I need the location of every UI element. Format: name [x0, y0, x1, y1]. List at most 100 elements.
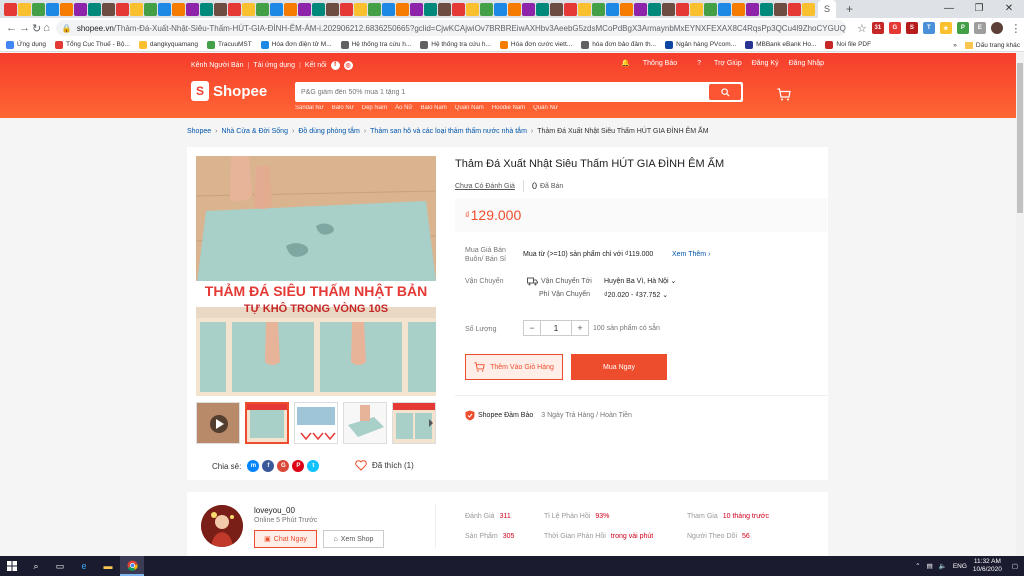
browser-tab[interactable] [578, 2, 591, 16]
google-plus-icon[interactable]: G [277, 460, 290, 472]
hot-keyword-link[interactable]: Hoodie Nam [492, 105, 525, 111]
browser-tab[interactable] [4, 2, 17, 16]
notifications-link[interactable]: 🔔 Thông Báo [611, 59, 677, 68]
browser-tab[interactable] [410, 2, 423, 16]
extension-icon[interactable]: P [956, 22, 969, 34]
twitter-icon[interactable]: t [307, 460, 320, 472]
new-tab-button[interactable]: + [846, 2, 853, 16]
register-link[interactable]: Đăng Ký [752, 60, 779, 67]
product-main-image[interactable]: THẢM ĐÁ SIÊU THẤM NHẬT BẢN TỰ KHÔ TRONG … [196, 156, 436, 396]
close-window-button[interactable]: ✕ [994, 0, 1024, 18]
browser-tab[interactable] [466, 2, 479, 16]
bookmark-item[interactable]: dangkyquamang [138, 40, 198, 49]
browser-tab[interactable] [676, 2, 689, 16]
like-button[interactable]: Đã thích (1) [355, 460, 414, 471]
quantity-decrease-button[interactable]: − [524, 321, 540, 335]
browser-tab[interactable] [172, 2, 185, 16]
quantity-increase-button[interactable]: + [572, 321, 588, 335]
browser-tab[interactable] [760, 2, 773, 16]
browser-tab[interactable] [494, 2, 507, 16]
address-bar[interactable]: 🔒 shopee.vn/Thảm-Đá-Xuất-Nhật-Siêu-Thấm-… [55, 20, 846, 36]
bookmark-item[interactable]: hóa đơn bảo đảm th... [581, 40, 656, 49]
browser-tab[interactable] [382, 2, 395, 16]
browser-tab[interactable] [452, 2, 465, 16]
cart-button[interactable] [777, 88, 791, 103]
language-indicator[interactable]: ENG [953, 563, 967, 570]
minimize-button[interactable]: — [934, 0, 964, 18]
bookmark-item[interactable]: Hóa đơn cước viett... [499, 40, 572, 49]
browser-tab[interactable] [144, 2, 157, 16]
browser-tab[interactable] [732, 2, 745, 16]
browser-tab[interactable] [508, 2, 521, 16]
page-scrollbar[interactable] [1016, 53, 1024, 556]
tray-chevron-icon[interactable]: ⌃ [915, 562, 920, 570]
hot-keyword-link[interactable]: Balo Nữ [332, 105, 354, 111]
browser-tab[interactable] [32, 2, 45, 16]
browser-tab[interactable] [368, 2, 381, 16]
browser-tab[interactable] [396, 2, 409, 16]
buy-now-button[interactable]: Mua Ngay [571, 354, 667, 380]
browser-tab[interactable] [102, 2, 115, 16]
browser-tab[interactable] [424, 2, 437, 16]
search-taskbar-icon[interactable]: ⌕ [24, 556, 48, 576]
scrollbar-thumb[interactable] [1017, 63, 1023, 213]
forward-icon[interactable]: → [19, 22, 30, 34]
hot-keyword-link[interactable]: Dép Nam [362, 105, 387, 111]
profile-avatar-icon[interactable] [990, 22, 1003, 34]
hot-keyword-link[interactable]: Quần Nữ [533, 105, 558, 111]
hot-keyword-link[interactable]: Quần Nam [455, 105, 484, 111]
browser-tab[interactable] [662, 2, 675, 16]
bookmark-item[interactable]: MBBank eBank Ho... [745, 40, 816, 49]
pinterest-icon[interactable]: P [292, 460, 305, 472]
view-shop-button[interactable]: ⌂ Xem Shop [323, 530, 384, 548]
shop-avatar[interactable] [201, 505, 243, 547]
volume-icon[interactable]: 🔈 [939, 562, 947, 570]
browser-tab[interactable] [186, 2, 199, 16]
browser-tab[interactable] [18, 2, 31, 16]
ship-to-dropdown[interactable]: Huyện Ba Vì, Hà Nội ⌄ [604, 277, 676, 285]
add-to-cart-button[interactable]: Thêm Vào Giỏ Hàng [465, 354, 563, 380]
hot-keyword-link[interactable]: Sandal Nữ [295, 105, 324, 111]
login-link[interactable]: Đăng Nhập [789, 60, 824, 67]
hot-keyword-link[interactable]: Balo Nam [420, 105, 446, 111]
browser-tab[interactable] [564, 2, 577, 16]
browser-tab[interactable] [214, 2, 227, 16]
browser-tab[interactable] [480, 2, 493, 16]
seller-channel-link[interactable]: Kênh Người Bán [191, 62, 243, 69]
browser-tab[interactable] [788, 2, 801, 16]
browser-tab[interactable] [550, 2, 563, 16]
browser-tab[interactable] [690, 2, 703, 16]
browser-tab[interactable] [242, 2, 255, 16]
other-bookmarks[interactable]: Dấu trang khác [976, 42, 1020, 49]
messenger-icon[interactable]: m [247, 460, 260, 472]
browser-tab[interactable] [46, 2, 59, 16]
bookmark-item[interactable]: TracuuMST [206, 40, 252, 49]
browser-tab[interactable] [620, 2, 633, 16]
browser-tab[interactable] [606, 2, 619, 16]
file-explorer-icon[interactable]: ▬ [96, 556, 120, 576]
browser-tab[interactable] [438, 2, 451, 16]
breadcrumb-link[interactable]: Nhà Cửa & Đời Sống [221, 128, 287, 135]
browser-tab[interactable] [774, 2, 787, 16]
notification-center-icon[interactable]: ▢ [1012, 562, 1018, 570]
browser-tab[interactable] [312, 2, 325, 16]
browser-tab[interactable] [340, 2, 353, 16]
bookmark-item[interactable]: Noi file PDF [825, 40, 871, 49]
browser-tab[interactable] [130, 2, 143, 16]
bookmark-item[interactable]: Ứng dụng [6, 40, 46, 49]
browser-tab[interactable] [704, 2, 717, 16]
network-icon[interactable]: ▤ [927, 562, 933, 570]
browser-tab[interactable] [200, 2, 213, 16]
browser-tab[interactable] [298, 2, 311, 16]
download-app-link[interactable]: Tải ứng dụng [253, 62, 295, 69]
browser-tab[interactable] [74, 2, 87, 16]
facebook-icon[interactable]: f [330, 60, 340, 70]
thumbnail-image[interactable] [245, 402, 289, 444]
task-view-icon[interactable]: ▭ [48, 556, 72, 576]
browser-tab[interactable] [522, 2, 535, 16]
quantity-input[interactable]: 1 [540, 321, 572, 335]
bookmark-item[interactable]: Hóa đơn điện tử M... [260, 40, 332, 49]
facebook-share-icon[interactable]: f [262, 460, 275, 472]
browser-tab[interactable] [634, 2, 647, 16]
clock[interactable]: 11:32 AM 10/6/2020 [973, 558, 1002, 574]
